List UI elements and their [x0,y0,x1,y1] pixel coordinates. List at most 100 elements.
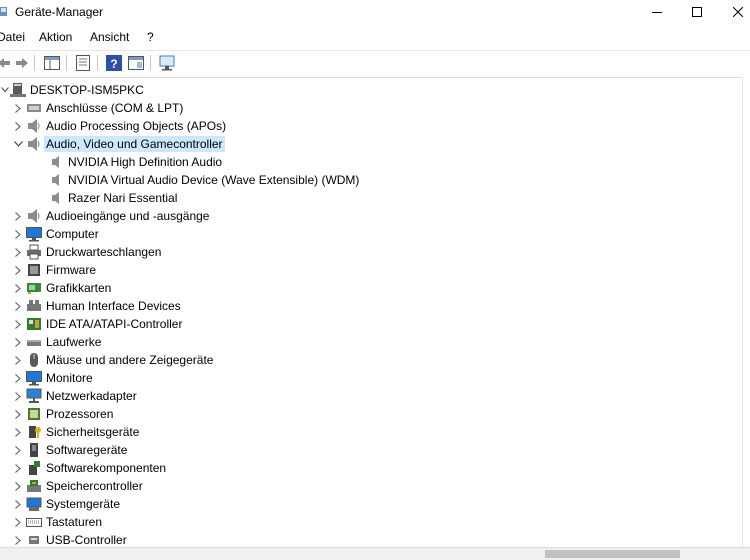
speaker-icon [26,118,42,134]
tree-category-label: Audioeingänge und -ausgänge [46,209,210,223]
device-tree[interactable]: DESKTOP-ISM5PKC Anschlüsse (COM & LPT) Au… [0,77,742,548]
tree-category-label: Druckwarteschlangen [46,245,162,259]
tree-category-tastaturen[interactable]: Tastaturen [10,513,102,531]
collapse-chevron-icon[interactable] [10,135,26,153]
speaker-icon [26,136,42,152]
tree-category-laufwerke[interactable]: Laufwerke [10,333,101,351]
expand-chevron-icon[interactable] [10,495,26,513]
expand-chevron-icon[interactable] [10,423,26,441]
menu-aktion[interactable]: Aktion [39,30,72,44]
tree-device-label: NVIDIA High Definition Audio [68,155,223,169]
expand-chevron-icon[interactable] [10,261,26,279]
expand-chevron-icon[interactable] [10,387,26,405]
expand-chevron-icon[interactable] [10,117,26,135]
tree-category-label: Mäuse und andere Zeigegeräte [46,353,214,367]
tree-category-label: Anschlüsse (COM & LPT) [46,101,184,115]
tree-category-prozessoren[interactable]: Prozessoren [10,405,113,423]
tree-category-audio-processing-objects-apos[interactable]: Audio Processing Objects (APOs) [10,117,226,135]
tree-category-m-use-und-andere-zeigeger-te[interactable]: Mäuse und andere Zeigegeräte [10,351,213,369]
tree-category-firmware[interactable]: Firmware [10,261,96,279]
tree-device-nvidia-high-definition-audio[interactable]: NVIDIA High Definition Audio [48,153,222,171]
expand-chevron-icon[interactable] [10,441,26,459]
tree-category-human-interface-devices[interactable]: Human Interface Devices [10,297,181,315]
tree-category-druckwarteschlangen[interactable]: Druckwarteschlangen [10,243,161,261]
tree-category-computer[interactable]: Computer [10,225,99,243]
tree-category-label: Audio Processing Objects (APOs) [46,119,227,133]
software-component-icon [26,460,42,476]
tree-category-monitore[interactable]: Monitore [10,369,93,387]
tree-device-razer-nari-essential[interactable]: Razer Nari Essential [48,189,177,207]
tree-category-anschl-sse-com-lpt[interactable]: Anschlüsse (COM & LPT) [10,99,183,117]
system-device-icon [26,496,42,512]
expand-chevron-icon[interactable] [10,477,26,495]
keyboard-icon [26,514,42,530]
tree-category-audioeing-nge-und-ausg-nge[interactable]: Audioeingänge und -ausgänge [10,207,209,225]
tree-category-audio-video-und-gamecontroller[interactable]: Audio, Video und Gamecontroller [10,135,225,153]
maximize-button[interactable] [674,0,720,24]
horizontal-scrollbar[interactable] [0,547,750,560]
expand-chevron-icon[interactable] [10,333,26,351]
close-button[interactable] [715,0,750,24]
menu-ansicht[interactable]: Ansicht [90,30,129,44]
tree-device-label: NVIDIA Virtual Audio Device (Wave Extens… [68,173,360,187]
expand-chevron-icon[interactable] [10,459,26,477]
forward-arrow-icon [16,58,28,68]
scan-hardware-icon [159,55,175,71]
tree-category-sicherheitsger-te[interactable]: Sicherheitsgeräte [10,423,139,441]
toolbar-separator [66,55,67,71]
menu-datei[interactable]: Datei [0,30,25,44]
expand-chevron-icon[interactable] [10,279,26,297]
show-hide-console-tree-button[interactable] [42,53,62,73]
audio-device-icon [48,190,64,206]
vertical-scrollbar[interactable] [742,77,750,547]
tree-category-label: Audio, Video und Gamecontroller [44,136,225,152]
tree-category-label: Softwaregeräte [46,443,128,457]
tree-category-speichercontroller[interactable]: Speichercontroller [10,477,143,495]
horizontal-scrollbar-thumb[interactable] [545,550,680,558]
expand-chevron-icon[interactable] [10,225,26,243]
tree-category-label: Speichercontroller [46,479,143,493]
port-icon [26,100,42,116]
expand-chevron-icon[interactable] [10,99,26,117]
help-icon: ? [106,55,122,71]
tree-device-nvidia-virtual-audio-device-wave-extensible-wdm[interactable]: NVIDIA Virtual Audio Device (Wave Extens… [48,171,359,189]
expand-chevron-icon[interactable] [10,369,26,387]
expand-chevron-icon[interactable] [10,207,26,225]
tree-category-systemger-te[interactable]: Systemgeräte [10,495,120,513]
expand-chevron-icon[interactable] [10,297,26,315]
expand-chevron-icon[interactable] [10,513,26,531]
tree-category-netzwerkadapter[interactable]: Netzwerkadapter [10,387,137,405]
tree-category-softwareger-te[interactable]: Softwaregeräte [10,441,127,459]
processor-icon [26,406,42,422]
tree-category-label: Tastaturen [46,515,103,529]
console-tree-icon [44,56,60,70]
expand-chevron-icon[interactable] [10,243,26,261]
audio-device-icon [48,172,64,188]
monitor-icon [26,226,42,242]
scan-hardware-button[interactable] [158,53,178,73]
tree-category-label: Laufwerke [46,335,102,349]
usb-icon [26,532,42,548]
forward-button[interactable] [12,53,32,73]
tree-category-ide-ata-atapi-controller[interactable]: IDE ATA/ATAPI-Controller [10,315,182,333]
expand-chevron-icon[interactable] [10,405,26,423]
back-arrow-icon [0,58,10,68]
menu-help[interactable]: ? [147,30,154,44]
expand-chevron-icon[interactable] [10,351,26,369]
menu-bar: Datei Aktion Ansicht ? [0,27,750,47]
monitor-icon [26,370,42,386]
properties-icon [76,55,90,71]
help-button[interactable]: ? [104,53,124,73]
properties-button[interactable] [73,53,93,73]
collapse-chevron-icon[interactable] [0,81,10,99]
close-icon [733,7,743,17]
computer-icon [10,82,26,98]
tree-category-usb-controller[interactable]: USB-Controller [10,531,127,548]
tree-category-label: Systemgeräte [46,497,121,511]
show-details-button[interactable] [126,53,146,73]
tree-category-grafikkarten[interactable]: Grafikkarten [10,279,111,297]
expand-chevron-icon[interactable] [10,315,26,333]
tree-category-softwarekomponenten[interactable]: Softwarekomponenten [10,459,166,477]
expand-chevron-icon[interactable] [10,531,26,548]
tree-root-node[interactable]: DESKTOP-ISM5PKC [0,81,144,99]
